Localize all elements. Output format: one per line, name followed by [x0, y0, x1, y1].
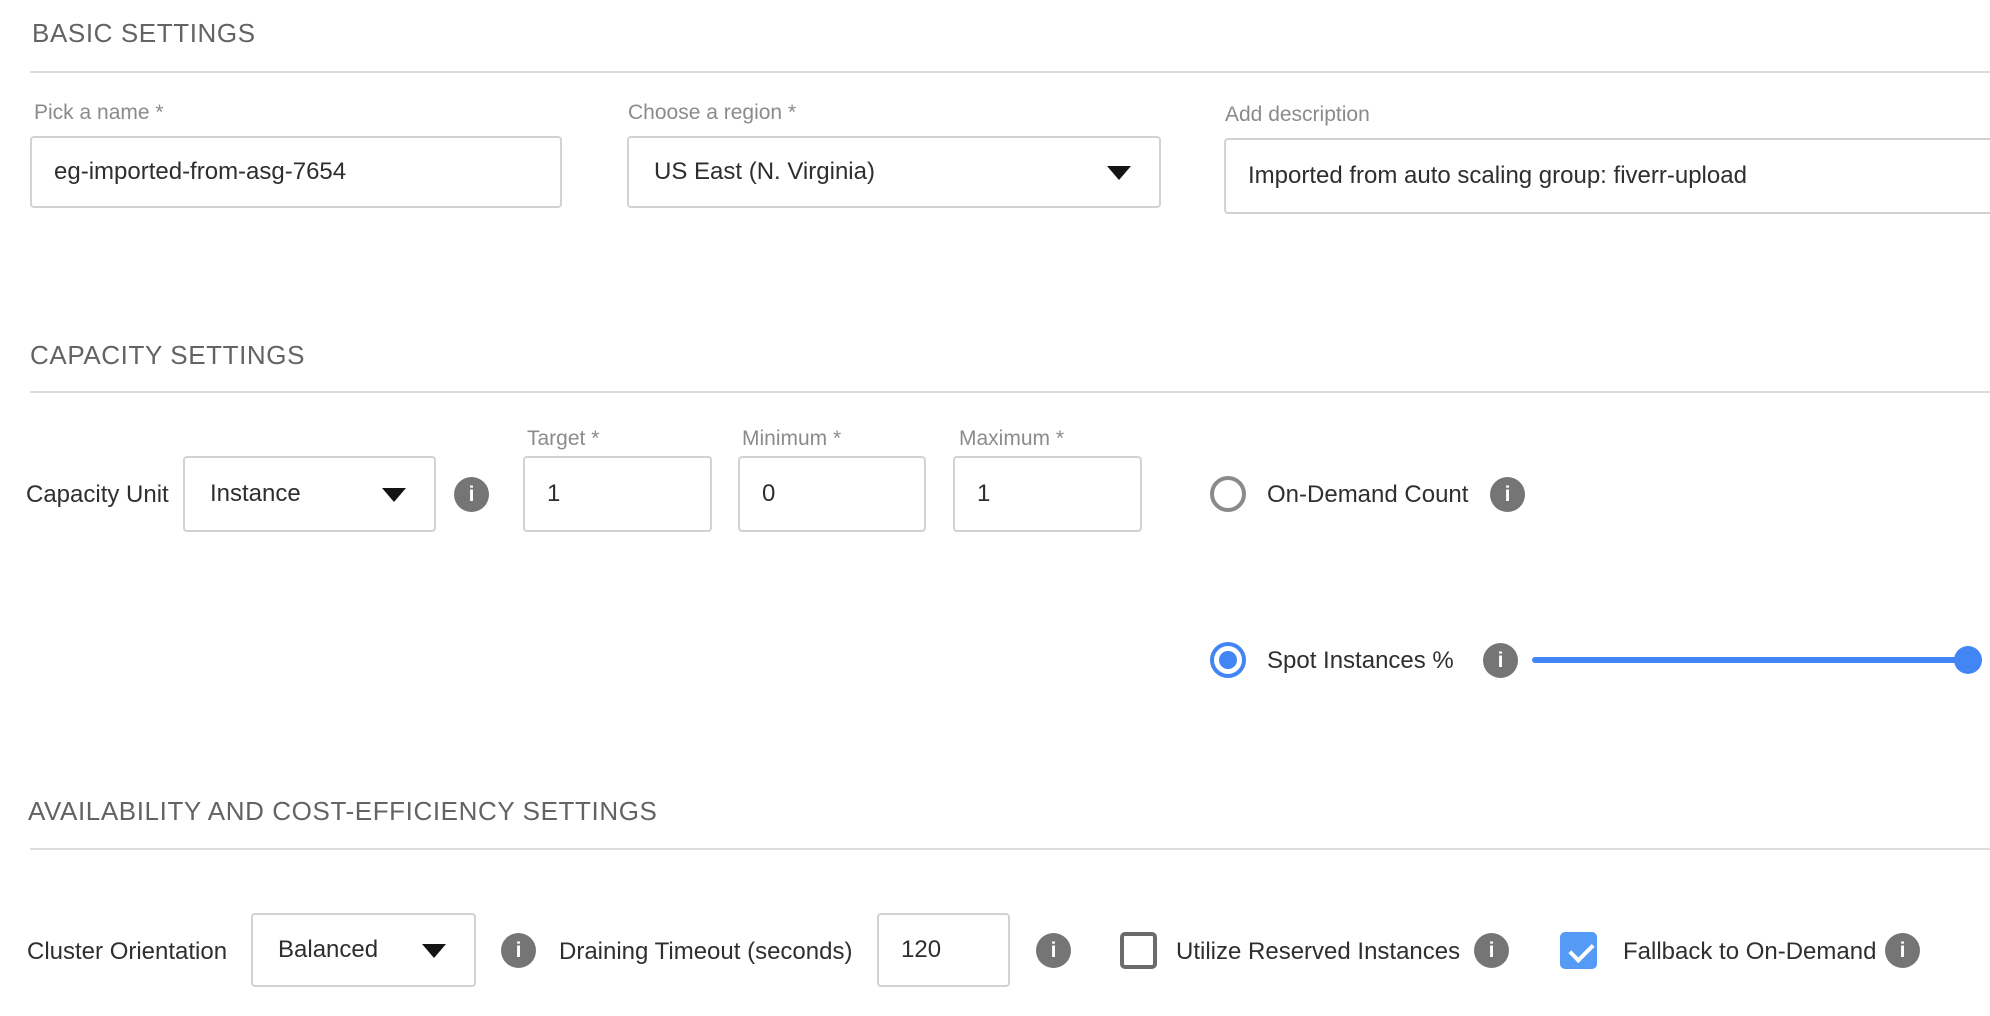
capacity-unit-value: Instance [210, 480, 301, 508]
chevron-down-icon [422, 944, 446, 958]
chevron-down-icon [1107, 166, 1131, 180]
cluster-orientation-value: Balanced [278, 936, 378, 964]
availability-settings-divider [30, 848, 1990, 850]
basic-settings-title: BASIC SETTINGS [32, 18, 256, 49]
capacity-unit-select[interactable]: Instance [183, 456, 436, 532]
name-field-label: Pick a name * [34, 101, 164, 125]
cluster-orientation-select[interactable]: Balanced [251, 913, 476, 987]
target-input[interactable] [523, 456, 712, 532]
chevron-down-icon [382, 488, 406, 502]
cluster-orientation-label: Cluster Orientation [27, 938, 227, 966]
maximum-input[interactable] [953, 456, 1142, 532]
on-demand-count-radio[interactable] [1210, 476, 1246, 512]
capacity-settings-title: CAPACITY SETTINGS [30, 340, 305, 371]
draining-timeout-info-icon[interactable]: i [1036, 933, 1071, 968]
on-demand-count-info-icon[interactable]: i [1490, 477, 1525, 512]
on-demand-count-label: On-Demand Count [1267, 481, 1468, 509]
spot-instances-info-icon[interactable]: i [1483, 643, 1518, 678]
description-field-label: Add description [1225, 103, 1370, 127]
fallback-on-demand-label: Fallback to On-Demand [1623, 938, 1876, 966]
capacity-settings-divider [30, 391, 1990, 393]
minimum-input[interactable] [738, 456, 926, 532]
maximum-field-label: Maximum * [959, 427, 1064, 451]
minimum-field-label: Minimum * [742, 427, 841, 451]
fallback-on-demand-checkbox[interactable] [1560, 932, 1597, 969]
basic-settings-divider [30, 71, 1990, 73]
draining-timeout-input[interactable] [877, 913, 1010, 987]
region-field-label: Choose a region * [628, 101, 796, 125]
utilize-reserved-instances-label: Utilize Reserved Instances [1176, 938, 1460, 966]
spot-instances-label: Spot Instances % [1267, 647, 1454, 675]
spot-percentage-slider-track[interactable] [1532, 657, 1968, 663]
draining-timeout-label: Draining Timeout (seconds) [559, 938, 852, 966]
name-input[interactable] [30, 136, 562, 208]
cluster-orientation-info-icon[interactable]: i [501, 933, 536, 968]
fallback-on-demand-info-icon[interactable]: i [1885, 933, 1920, 968]
capacity-unit-info-icon[interactable]: i [454, 477, 489, 512]
spot-instances-radio[interactable] [1210, 642, 1246, 678]
description-input[interactable] [1224, 138, 1990, 214]
utilize-reserved-instances-checkbox[interactable] [1120, 932, 1157, 969]
spot-percentage-slider-handle[interactable] [1954, 646, 1982, 674]
utilize-reserved-instances-info-icon[interactable]: i [1474, 933, 1509, 968]
region-select[interactable]: US East (N. Virginia) [627, 136, 1161, 208]
availability-settings-title: AVAILABILITY AND COST-EFFICIENCY SETTING… [28, 796, 657, 827]
capacity-unit-label: Capacity Unit [26, 481, 169, 509]
region-select-value: US East (N. Virginia) [654, 158, 875, 186]
target-field-label: Target * [527, 427, 599, 451]
